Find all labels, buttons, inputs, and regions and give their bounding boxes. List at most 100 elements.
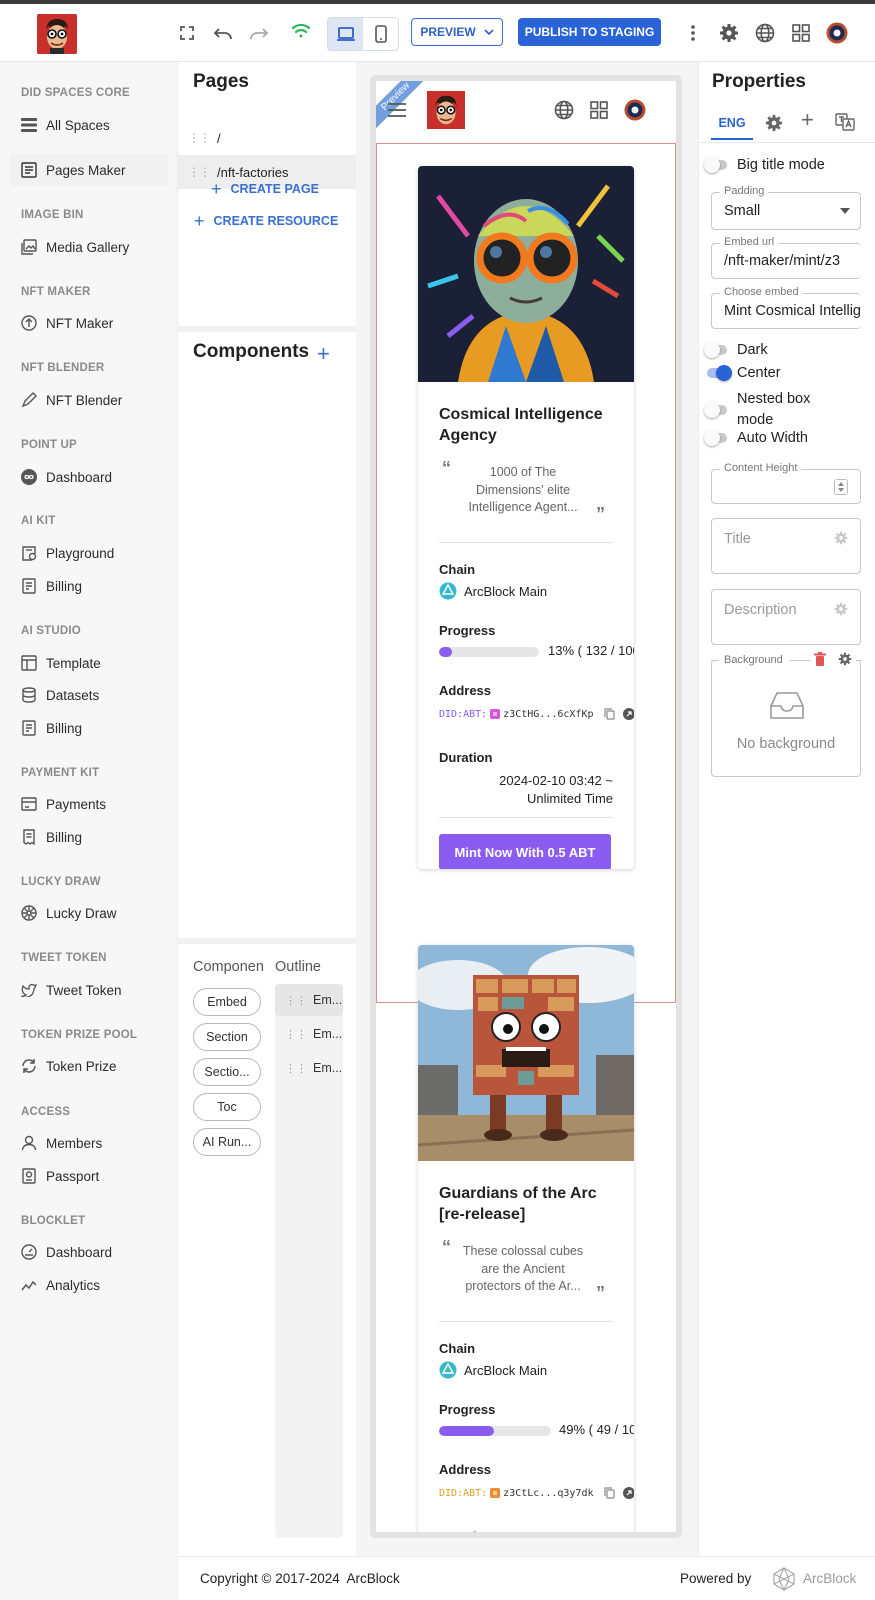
toggle-switch[interactable] (704, 157, 727, 173)
tab-eng[interactable]: ENG (711, 108, 753, 140)
page-item-root[interactable]: ⋮⋮ / (178, 121, 356, 155)
big-title-mode-toggle[interactable]: Big title mode (704, 157, 825, 173)
translate-icon[interactable] (835, 113, 855, 131)
title-field[interactable]: Title (711, 518, 861, 574)
content-height-field[interactable]: Content Height (711, 462, 861, 504)
app-logo[interactable] (37, 14, 77, 54)
sidebar-item-billing[interactable]: Billing (10, 570, 168, 602)
outline-item[interactable]: ⋮⋮ Em... (275, 1052, 343, 1084)
avatar[interactable] (824, 20, 850, 46)
padding-value: Small (724, 203, 761, 219)
mint-now-button[interactable]: Mint Now With 0.5 ABT (439, 834, 611, 869)
nested-box-mode-toggle[interactable]: Nested box mode (704, 389, 837, 431)
sidebar-item-lucky-draw[interactable]: Lucky Draw (10, 897, 168, 929)
add-language-icon[interactable]: + (801, 109, 814, 131)
copy-icon[interactable] (604, 708, 616, 720)
background-field[interactable]: Background No background (711, 652, 862, 777)
tab-outline[interactable]: Outline (275, 959, 321, 975)
globe-icon[interactable] (554, 100, 574, 120)
number-stepper-icon[interactable] (834, 479, 848, 495)
sidebar-item-passport[interactable]: Passport (10, 1160, 168, 1192)
preview-button[interactable]: PREVIEW (411, 18, 503, 46)
external-link-icon[interactable] (623, 708, 634, 720)
sidebar-item-pages-maker[interactable]: Pages Maker (10, 154, 168, 186)
redo-icon[interactable] (246, 20, 272, 46)
panel-divider[interactable] (178, 326, 356, 332)
gear-icon[interactable] (834, 531, 848, 545)
duration-label: Duration (439, 750, 493, 765)
copy-icon[interactable] (604, 1487, 616, 1499)
sidebar-item-template[interactable]: Template (10, 647, 168, 679)
preview-logo[interactable] (427, 91, 465, 129)
outline-item[interactable]: ⋮⋮ Em... (275, 1018, 343, 1050)
fullscreen-icon[interactable] (174, 20, 200, 46)
preview-frame[interactable]: Preview Cosmical Intelligence Agency “ 1… (370, 75, 682, 1538)
hamburger-menu-icon[interactable] (388, 103, 406, 117)
sidebar-item-label: Payments (46, 796, 107, 812)
arcblock-logo-icon[interactable] (772, 1567, 796, 1591)
add-component-button[interactable]: + (317, 343, 330, 365)
component-chip-ai-runtime[interactable]: AI Run... (193, 1128, 261, 1156)
gear-icon[interactable] (836, 652, 854, 666)
desktop-view-button[interactable] (328, 18, 363, 50)
globe-icon[interactable] (752, 20, 778, 46)
gear-icon[interactable] (765, 114, 783, 132)
apps-grid-icon[interactable] (590, 101, 608, 119)
sidebar-item-nft-blender[interactable]: NFT Blender (10, 384, 168, 416)
drag-handle-icon[interactable]: ⋮⋮ (188, 165, 211, 179)
mobile-view-button[interactable] (363, 18, 398, 50)
sidebar-item-billing[interactable]: Billing (10, 712, 168, 744)
gear-icon[interactable] (834, 602, 848, 616)
create-resource-button[interactable]: + CREATE RESOURCE (194, 212, 338, 230)
sidebar-item-members[interactable]: Members (10, 1127, 168, 1159)
create-page-button[interactable]: + CREATE PAGE (211, 180, 319, 198)
panel-divider[interactable] (178, 938, 356, 944)
sidebar-item-payments[interactable]: Payments (10, 788, 168, 820)
undo-icon[interactable] (210, 20, 236, 46)
sidebar-item-label: Passport (46, 1168, 100, 1184)
gear-icon[interactable] (716, 20, 742, 46)
dark-toggle[interactable]: Dark (704, 342, 768, 358)
toggle-switch[interactable] (707, 365, 732, 381)
sidebar-item-analytics[interactable]: Analytics (10, 1269, 168, 1301)
publish-to-staging-button[interactable]: PUBLISH TO STAGING (518, 18, 661, 46)
address-value: z3CtLc...q3y7dk (503, 1487, 594, 1499)
drag-handle-icon[interactable]: ⋮⋮ (285, 1062, 307, 1075)
toggle-switch[interactable] (704, 430, 727, 446)
caret-down-icon (840, 208, 850, 214)
apps-grid-icon[interactable] (788, 20, 814, 46)
sidebar-item-tweet-token[interactable]: Tweet Token (10, 974, 168, 1006)
description-field[interactable]: Description (711, 589, 861, 645)
sidebar-item-nft-maker[interactable]: NFT Maker (10, 307, 168, 339)
sidebar-item-token-prize[interactable]: Token Prize (10, 1050, 168, 1082)
toggle-switch[interactable] (704, 342, 727, 358)
drag-handle-icon[interactable]: ⋮⋮ (285, 1028, 307, 1041)
delete-icon[interactable] (812, 652, 828, 666)
chevron-down-icon (484, 29, 494, 35)
drag-handle-icon[interactable]: ⋮⋮ (188, 131, 211, 145)
more-vertical-icon[interactable] (680, 20, 706, 46)
center-toggle[interactable]: Center (707, 365, 781, 381)
sidebar-item-media-gallery[interactable]: Media Gallery (10, 231, 168, 263)
outline-item[interactable]: ⋮⋮ Em... (275, 984, 343, 1016)
sidebar-item-dashboard[interactable]: Dashboard (10, 461, 168, 493)
sidebar-item-datasets[interactable]: Datasets (10, 679, 168, 711)
component-chip-section-2[interactable]: Sectio... (193, 1058, 261, 1086)
auto-width-toggle[interactable]: Auto Width (704, 430, 808, 446)
embed-url-field[interactable]: Embed url /nft-maker/mint/z3 (711, 236, 861, 279)
sidebar-item-billing[interactable]: Billing (10, 821, 168, 853)
sidebar-item-dashboard[interactable]: Dashboard (10, 1236, 168, 1268)
tab-components[interactable]: Componen (193, 959, 269, 975)
avatar[interactable] (624, 99, 646, 121)
component-chip-embed[interactable]: Embed (193, 988, 261, 1016)
external-link-icon[interactable] (623, 1487, 634, 1499)
toggle-switch[interactable] (704, 402, 727, 418)
padding-select[interactable]: Padding Small (711, 185, 861, 230)
choose-embed-field[interactable]: Choose embed Mint Cosmical Intellig (711, 286, 861, 329)
drag-handle-icon[interactable]: ⋮⋮ (285, 994, 307, 1007)
component-chip-section[interactable]: Section (193, 1023, 261, 1051)
sidebar-item-all-spaces[interactable]: All Spaces (10, 109, 168, 141)
address-row: DID:ABT: z3CtLc...q3y7dk (439, 1487, 634, 1499)
sidebar-item-playground[interactable]: Playground (10, 537, 168, 569)
component-chip-toc[interactable]: Toc (193, 1093, 261, 1121)
